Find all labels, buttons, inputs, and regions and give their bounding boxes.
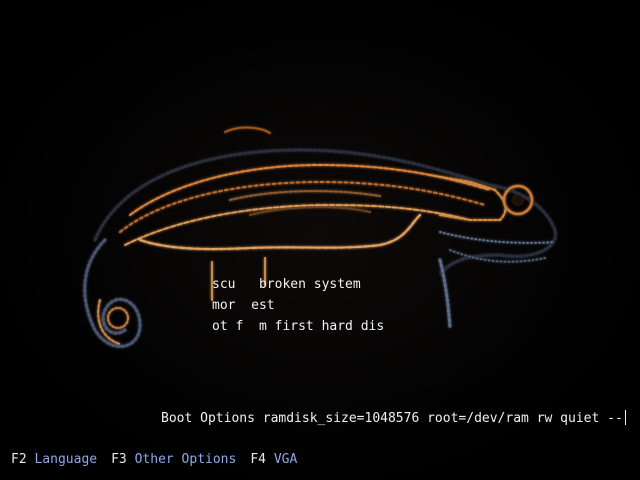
boot-menu-item-memory-test[interactable]: mor est (212, 295, 384, 316)
chameleon-logo-artwork (83, 126, 557, 348)
text-cursor (624, 410, 626, 425)
function-key-bar: F2 Language F3 Other Options F4 VGA (11, 451, 311, 469)
boot-options-input[interactable]: ramdisk_size=1048576 root=/dev/ram rw qu… (263, 411, 623, 426)
fkey-other-options[interactable]: F3 Other Options (111, 452, 236, 467)
boot-options-label: Boot Options (161, 411, 255, 426)
fkey-other-options-label: Other Options (134, 452, 237, 467)
boot-menu-item-rescue[interactable]: scu broken system (212, 274, 384, 295)
fkey-language-label: Language (34, 452, 98, 467)
fkey-language-key: F2 (11, 452, 27, 467)
boot-menu-item-boot-hard-disk[interactable]: ot f m first hard dis (212, 316, 384, 337)
fkey-language[interactable]: F2 Language (11, 452, 97, 467)
fkey-vga-label: VGA (273, 452, 298, 467)
fkey-vga[interactable]: F4 VGA (250, 452, 297, 467)
boot-options-line[interactable]: Boot Options ramdisk_size=1048576 root=/… (161, 409, 631, 429)
fkey-vga-key: F4 (250, 452, 266, 467)
boot-menu: scu broken system mor est ot f m first h… (212, 274, 384, 337)
boot-screen: scu broken system mor est ot f m first h… (0, 0, 640, 480)
fkey-other-options-key: F3 (111, 452, 127, 467)
